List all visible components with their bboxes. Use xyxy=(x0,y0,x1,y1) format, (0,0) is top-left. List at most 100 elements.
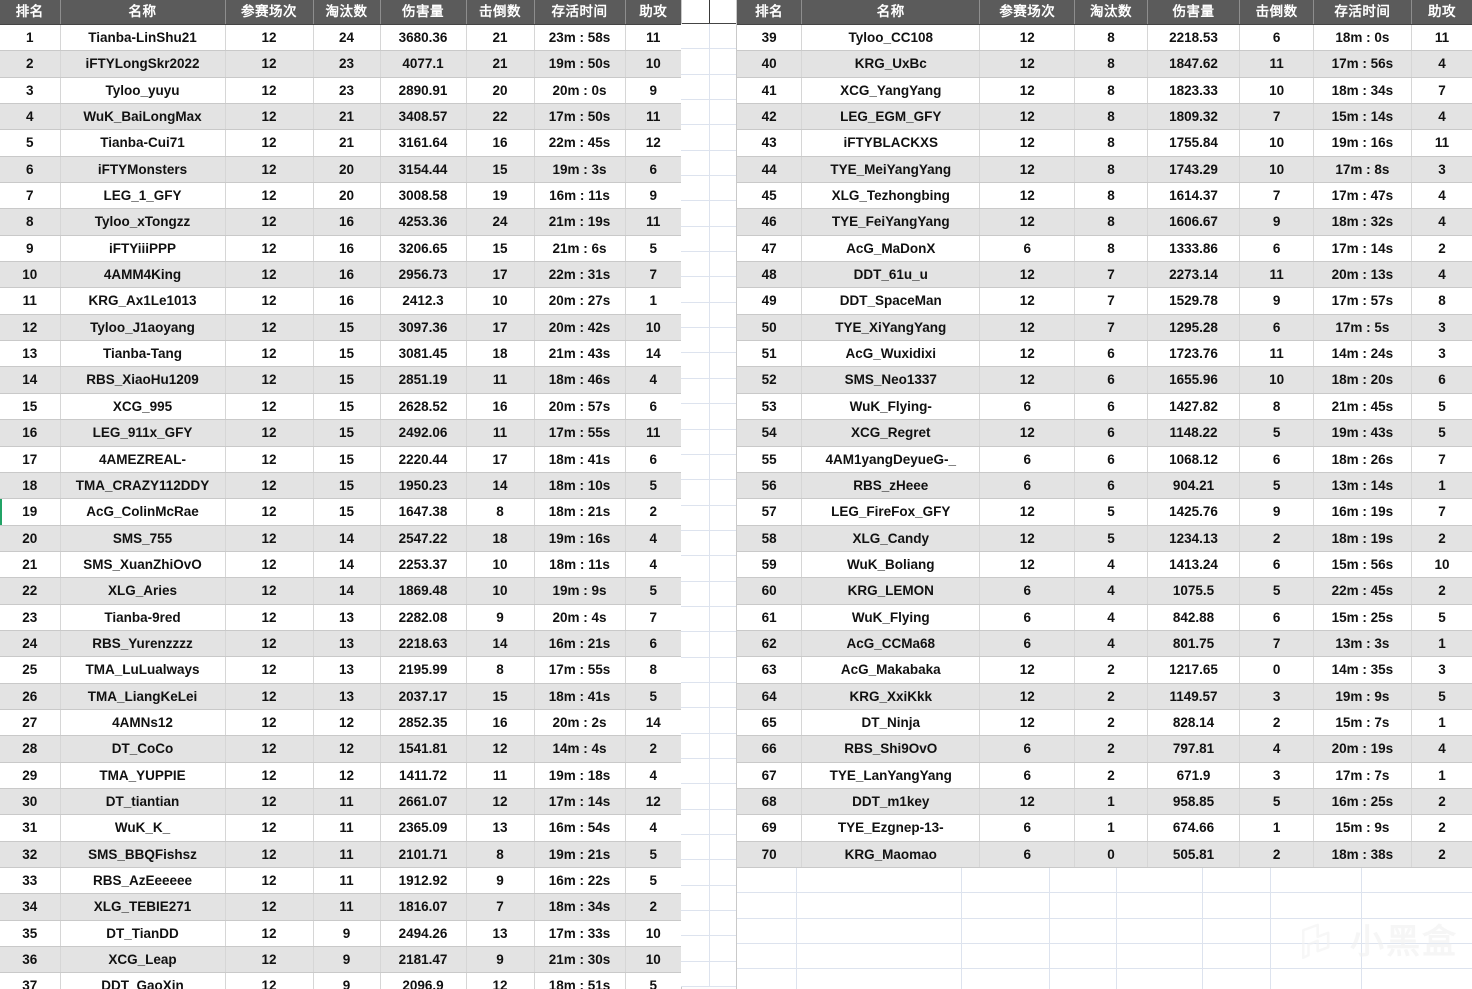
cell-name[interactable]: TYE_Ezgnep-13- xyxy=(801,814,981,842)
table-row[interactable]: 16 LEG_911x_GFY 12 15 2492.06 11 17m : 55s 11 xyxy=(0,419,681,447)
cell-knocks[interactable]: 12 xyxy=(466,972,535,989)
cell-knocks[interactable]: 9 xyxy=(1239,208,1314,236)
cell-rank[interactable]: 56 xyxy=(737,472,803,500)
cell-rank[interactable]: 63 xyxy=(737,656,803,684)
cell-matches[interactable]: 6 xyxy=(979,841,1076,869)
column-header-knocks[interactable]: 击倒数 xyxy=(466,0,535,25)
cell-rank[interactable]: 54 xyxy=(737,419,803,447)
cell-survive[interactable]: 18m : 10s xyxy=(534,472,626,500)
blank-cell-assists[interactable] xyxy=(1362,944,1418,968)
cell-kills[interactable]: 13 xyxy=(313,630,381,658)
gap-empty-cell[interactable] xyxy=(681,430,709,454)
cell-kills[interactable]: 14 xyxy=(313,525,381,552)
blank-cell-knocks[interactable] xyxy=(1203,918,1271,944)
cell-name[interactable]: KRG_XxiKkk xyxy=(801,683,981,710)
gap-empty-cell[interactable] xyxy=(681,227,709,251)
cell-knocks[interactable]: 18 xyxy=(466,340,535,368)
cell-survive[interactable]: 17m : 5s xyxy=(1313,314,1413,342)
blank-cell-rank[interactable] xyxy=(737,944,797,969)
cell-knocks[interactable]: 24 xyxy=(466,208,535,236)
cell-assists[interactable]: 3 xyxy=(1411,656,1472,684)
cell-matches[interactable]: 12 xyxy=(225,604,314,631)
table-row[interactable]: 13 Tianba-Tang 12 15 3081.45 18 21m : 43s 14 xyxy=(0,340,681,368)
cell-knocks[interactable]: 11 xyxy=(1239,340,1314,368)
cell-matches[interactable]: 12 xyxy=(979,683,1076,710)
cell-damage[interactable]: 2282.08 xyxy=(380,604,467,631)
cell-kills[interactable]: 5 xyxy=(1074,498,1148,526)
cell-survive[interactable]: 15m : 56s xyxy=(1313,551,1413,579)
cell-survive[interactable]: 16m : 25s xyxy=(1313,788,1413,816)
blank-cell-knocks[interactable] xyxy=(1203,893,1271,918)
gap-empty-cell[interactable] xyxy=(681,353,709,377)
cell-rank[interactable]: 59 xyxy=(737,551,803,579)
cell-name[interactable]: iFTYMonsters xyxy=(60,156,226,184)
cell-name[interactable]: KRG_Maomao xyxy=(801,841,981,869)
cell-survive[interactable]: 18m : 34s xyxy=(534,893,626,921)
gap-empty-cell[interactable] xyxy=(681,810,709,834)
cell-matches[interactable]: 12 xyxy=(225,129,314,157)
cell-damage[interactable]: 1529.78 xyxy=(1147,287,1241,315)
cell-assists[interactable]: 4 xyxy=(625,762,681,789)
cell-knocks[interactable]: 21 xyxy=(466,50,535,78)
table-row[interactable]: 11 KRG_Ax1Le1013 12 16 2412.3 10 20m : 27s 1 xyxy=(0,287,681,315)
cell-damage[interactable]: 2661.07 xyxy=(380,788,467,816)
cell-name[interactable]: 4AMNs12 xyxy=(60,709,226,737)
cell-rank[interactable]: 24 xyxy=(0,630,61,658)
table-row[interactable]: 67 TYE_LanYangYang 6 2 671.9 3 17m : 7s 1 xyxy=(737,762,1472,789)
table-row[interactable]: 30 DT_tiantian 12 11 2661.07 12 17m : 14s 12 xyxy=(0,788,681,816)
cell-damage[interactable]: 3081.45 xyxy=(380,340,467,368)
cell-kills[interactable]: 8 xyxy=(1074,50,1148,78)
cell-rank[interactable]: 39 xyxy=(737,24,803,52)
cell-survive[interactable]: 20m : 57s xyxy=(534,393,626,421)
cell-name[interactable]: XCG_Leap xyxy=(60,946,226,974)
cell-name[interactable]: Tianba-9red xyxy=(60,604,226,631)
cell-knocks[interactable]: 1 xyxy=(1239,814,1314,842)
cell-damage[interactable]: 1809.32 xyxy=(1147,103,1241,131)
cell-damage[interactable]: 2181.47 xyxy=(380,946,467,974)
cell-matches[interactable]: 12 xyxy=(979,366,1076,394)
cell-name[interactable]: TMA_LiangKeLei xyxy=(60,683,226,710)
cell-assists[interactable]: 2 xyxy=(1411,788,1472,816)
blank-cell-survive[interactable] xyxy=(1271,969,1362,989)
cell-name[interactable]: TYE_MeiYangYang xyxy=(801,156,981,184)
cell-rank[interactable]: 19 xyxy=(0,498,61,526)
blank-cell-knocks[interactable] xyxy=(1203,969,1271,989)
table-row[interactable]: 60 KRG_LEMON 6 4 1075.5 5 22m : 45s 2 xyxy=(737,577,1472,605)
cell-kills[interactable]: 6 xyxy=(1074,366,1148,394)
cell-kills[interactable]: 16 xyxy=(313,287,381,315)
cell-name[interactable]: LEG_FireFox_GFY xyxy=(801,498,981,526)
cell-damage[interactable]: 2412.3 xyxy=(380,287,467,315)
cell-damage[interactable]: 2253.37 xyxy=(380,551,467,579)
cell-assists[interactable]: 14 xyxy=(625,340,681,368)
cell-survive[interactable]: 20m : 42s xyxy=(534,314,626,342)
cell-survive[interactable]: 19m : 9s xyxy=(534,577,626,605)
cell-assists[interactable]: 5 xyxy=(625,867,681,895)
cell-assists[interactable]: 11 xyxy=(625,24,681,52)
cell-assists[interactable]: 2 xyxy=(1411,814,1472,842)
cell-name[interactable]: RBS_XiaoHu1209 xyxy=(60,366,226,394)
gap-empty-cell[interactable] xyxy=(708,454,738,480)
gap-empty-cell[interactable] xyxy=(708,809,738,834)
cell-rank[interactable]: 44 xyxy=(737,156,803,184)
gap-empty-cell[interactable] xyxy=(681,480,709,504)
cell-survive[interactable]: 15m : 9s xyxy=(1313,814,1413,842)
gap-empty-cell[interactable] xyxy=(681,936,709,960)
cell-kills[interactable]: 15 xyxy=(313,340,381,368)
column-header-knocks[interactable]: 击倒数 xyxy=(1239,0,1314,25)
cell-knocks[interactable]: 11 xyxy=(466,366,535,394)
cell-assists[interactable]: 5 xyxy=(625,472,681,500)
gap-empty-cell[interactable] xyxy=(681,683,709,707)
cell-damage[interactable]: 2547.22 xyxy=(380,525,467,552)
cell-knocks[interactable]: 11 xyxy=(466,419,535,447)
cell-matches[interactable]: 12 xyxy=(225,762,314,789)
cell-rank[interactable]: 11 xyxy=(0,287,61,315)
cell-kills[interactable]: 23 xyxy=(313,50,381,78)
cell-rank[interactable]: 58 xyxy=(737,525,803,552)
gap-empty-cell[interactable] xyxy=(708,404,738,429)
cell-knocks[interactable]: 3 xyxy=(1239,683,1314,710)
blank-cell-rank[interactable] xyxy=(737,868,797,893)
cell-knocks[interactable]: 10 xyxy=(1239,129,1314,157)
gap-empty-cell[interactable] xyxy=(708,505,738,530)
table-row[interactable]: 69 TYE_Ezgnep-13- 6 1 674.66 1 15m : 9s 2 xyxy=(737,814,1472,842)
gap-empty-cell[interactable] xyxy=(708,556,738,581)
